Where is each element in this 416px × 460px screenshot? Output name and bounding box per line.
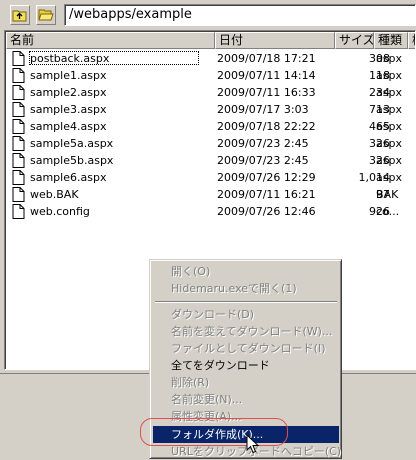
file-type: aspx [376,154,402,167]
file-date: 2009/07/17 3:03 [217,103,309,116]
table-row[interactable]: postback.aspx 2009/07/18 17:21 308 aspx [6,50,415,67]
toolbar: /webapps/example [0,0,416,30]
table-row[interactable]: sample4.aspx 2009/07/18 22:22 465 aspx [6,118,415,135]
file-date: 2009/07/23 2:45 [217,137,309,150]
file-type: BAK [376,188,399,201]
file-type: co... [376,205,400,218]
file-type: aspx [376,120,402,133]
file-name: sample1.aspx [30,69,107,82]
file-name: sample5b.aspx [30,154,114,167]
file-type: aspx [376,103,402,116]
column-permission[interactable]: 権 [408,32,415,49]
file-icon [12,187,25,202]
table-row[interactable]: sample3.aspx 2009/07/17 3:03 713 aspx [6,101,415,118]
path-field[interactable]: /webapps/example [64,4,416,26]
open-folder-button[interactable] [36,5,56,25]
table-row[interactable]: sample5a.aspx 2009/07/23 2:45 326 aspx [6,135,415,152]
file-icon [12,102,25,117]
file-date: 2009/07/11 16:21 [217,188,316,201]
table-row[interactable]: web.config 2009/07/26 12:46 926 co... [6,203,415,220]
open-folder-icon [38,9,54,21]
column-type[interactable]: 種類 [374,32,408,49]
file-icon [12,119,25,134]
column-name[interactable]: 名前 [6,32,215,49]
menu-separator [155,301,337,303]
file-type: aspx [376,171,402,184]
list-header: 名前 日付 サイズ 種類 権 [6,32,415,49]
file-date: 2009/07/18 17:21 [217,52,316,65]
table-row[interactable]: sample5b.aspx 2009/07/23 2:45 326 aspx [6,152,415,169]
file-date: 2009/07/26 12:29 [217,171,316,184]
annotation-highlight [140,418,288,446]
file-icon [12,136,25,151]
file-name: postback.aspx [30,52,110,65]
file-date: 2009/07/23 2:45 [217,154,309,167]
file-name: web.config [30,205,90,218]
file-name: sample5a.aspx [30,137,114,150]
up-folder-button[interactable] [10,5,30,25]
up-folder-icon [12,10,27,22]
menu-open-hidemaru[interactable]: Hidemaru.exeで開く(1) [153,280,339,297]
file-type: aspx [376,52,402,65]
file-icon [12,204,25,219]
file-name: sample2.aspx [30,86,107,99]
menu-rename-download[interactable]: 名前を変えてダウンロード(W)... [153,323,339,340]
file-type: aspx [376,69,402,82]
menu-download-as-file[interactable]: ファイルとしてダウンロード(I) [153,340,339,357]
file-type: aspx [376,86,402,99]
column-date[interactable]: 日付 [215,32,335,49]
menu-open[interactable]: 開く(O) [153,263,339,280]
file-icon [12,153,25,168]
column-size[interactable]: サイズ [335,32,374,49]
file-date: 2009/07/26 12:46 [217,205,316,218]
table-row[interactable]: sample6.aspx 2009/07/26 12:29 1,014 aspx [6,169,415,186]
file-name: sample3.aspx [30,103,107,116]
file-icon [12,170,25,185]
mouse-cursor-icon [246,434,260,454]
table-row[interactable]: sample2.aspx 2009/07/11 16:33 234 aspx [6,84,415,101]
menu-delete[interactable]: 削除(R) [153,374,339,391]
file-name: sample4.aspx [30,120,107,133]
file-icon [12,85,25,100]
file-date: 2009/07/11 16:33 [217,86,316,99]
file-type: aspx [376,137,402,150]
file-icon [12,51,25,66]
file-date: 2009/07/18 22:22 [217,120,316,133]
menu-download[interactable]: ダウンロード(D) [153,306,339,323]
table-row[interactable]: web.BAK 2009/07/11 16:21 97 BAK [6,186,415,203]
file-date: 2009/07/11 14:14 [217,69,316,82]
file-name: sample6.aspx [30,171,107,184]
table-row[interactable]: sample1.aspx 2009/07/11 14:14 118 aspx [6,67,415,84]
menu-download-all[interactable]: 全てをダウンロード [153,357,339,374]
menu-rename[interactable]: 名前変更(N)... [153,391,339,408]
file-name: web.BAK [30,188,79,201]
file-icon [12,68,25,83]
